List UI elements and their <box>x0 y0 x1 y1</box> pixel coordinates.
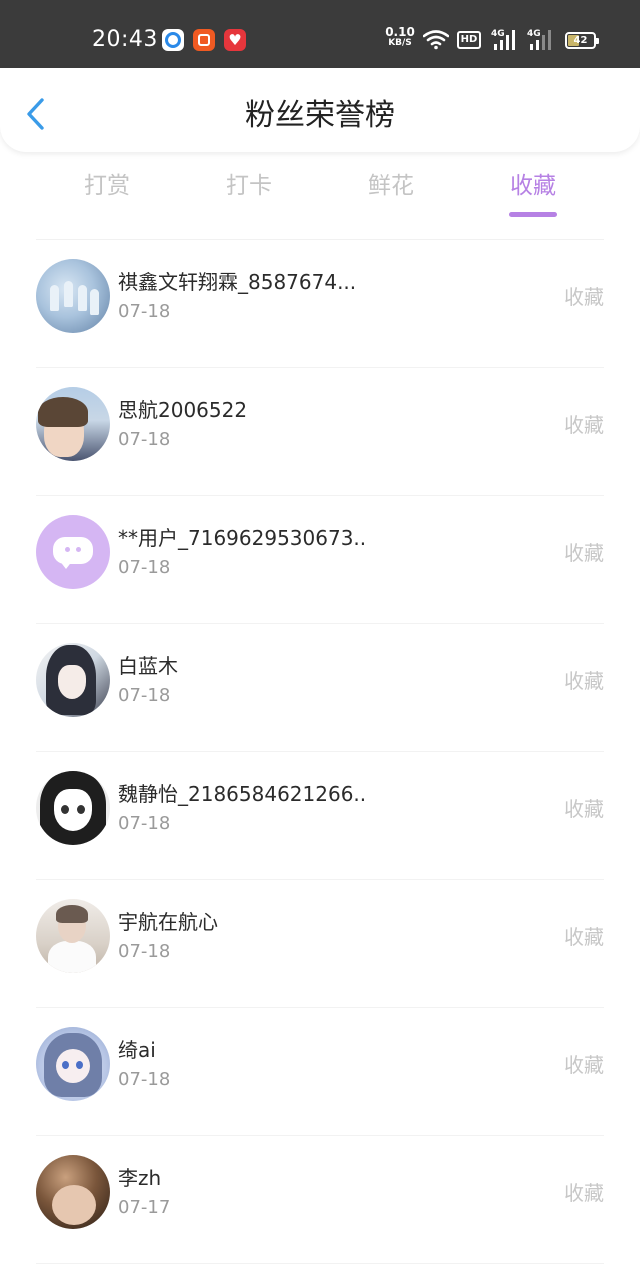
fan-name: 思航2006522 <box>118 398 248 422</box>
fan-action-label: 收藏 <box>564 413 604 437</box>
signal-network-type: 4G <box>527 29 541 39</box>
hd-voice-badge: HD <box>457 31 481 49</box>
fan-name: 祺鑫文轩翔霖_8587674... <box>118 270 357 294</box>
pinduoduo-app-icon: ♥ <box>224 29 246 51</box>
fan-list-item[interactable]: 宇航在航心 07-18 收藏 <box>0 880 640 1008</box>
network-speed: 0.10 KB/S <box>385 25 415 49</box>
fan-action-label: 收藏 <box>564 925 604 949</box>
avatar[interactable] <box>36 1155 110 1229</box>
fan-action-label: 收藏 <box>564 1053 604 1077</box>
fan-action-label: 收藏 <box>564 669 604 693</box>
avatar[interactable] <box>36 771 110 845</box>
avatar[interactable] <box>36 643 110 717</box>
fan-list-item[interactable]: 魏静怡_2186584621266... 07-18 收藏 <box>0 752 640 880</box>
network-speed-unit: KB/S <box>388 38 412 48</box>
tab-bar: 打赏 打卡 鲜花 收藏 <box>0 162 640 222</box>
default-avatar-chat-icon[interactable] <box>36 515 110 589</box>
fan-list: 祺鑫文轩翔霖_8587674... 07-18 收藏 思航2006522 07-… <box>0 240 640 1264</box>
fan-date: 07-18 <box>118 301 171 322</box>
tab-flowers[interactable]: 鲜花 <box>331 166 451 206</box>
kuaishou-app-icon <box>193 29 215 51</box>
fan-date: 07-18 <box>118 1069 171 1090</box>
fan-list-item[interactable]: 绮ai 07-18 收藏 <box>0 1008 640 1136</box>
fan-action-label: 收藏 <box>564 541 604 565</box>
fan-name: 宇航在航心 <box>118 910 218 934</box>
fan-date: 07-18 <box>118 813 171 834</box>
fan-name: 绮ai <box>118 1038 156 1062</box>
fan-list-item[interactable]: **用户_7169629530673... 07-18 收藏 <box>0 496 640 624</box>
fan-action-label: 收藏 <box>564 1181 604 1205</box>
avatar[interactable] <box>36 259 110 333</box>
battery-level: 42 <box>573 35 588 46</box>
tab-favorites[interactable]: 收藏 <box>473 166 593 206</box>
header-bar: 粉丝荣誉榜 <box>0 68 640 152</box>
active-tab-indicator <box>509 212 557 217</box>
status-bar: 20:43 ♥ 0.10 KB/S HD 4G 4G 42 <box>0 0 640 68</box>
fan-list-item[interactable]: 李zh 07-17 收藏 <box>0 1136 640 1264</box>
browser-app-icon <box>162 29 184 51</box>
page-title: 粉丝荣誉榜 <box>245 98 395 133</box>
fan-name: 白蓝木 <box>118 654 178 678</box>
tab-checkin[interactable]: 打卡 <box>189 166 309 206</box>
fan-name: 李zh <box>118 1166 162 1190</box>
fan-action-label: 收藏 <box>564 797 604 821</box>
fan-date: 07-18 <box>118 685 171 706</box>
fan-name: **用户_7169629530673... <box>118 526 368 550</box>
fan-date: 07-18 <box>118 557 171 578</box>
avatar[interactable] <box>36 1027 110 1101</box>
fan-list-item[interactable]: 思航2006522 07-18 收藏 <box>0 368 640 496</box>
status-time: 20:43 <box>92 27 158 52</box>
avatar[interactable] <box>36 899 110 973</box>
avatar[interactable] <box>36 387 110 461</box>
fan-action-label: 收藏 <box>564 285 604 309</box>
network-speed-value: 0.10 <box>385 25 415 39</box>
wifi-icon <box>423 30 449 50</box>
fan-list-item[interactable]: 祺鑫文轩翔霖_8587674... 07-18 收藏 <box>0 240 640 368</box>
fan-date: 07-18 <box>118 429 171 450</box>
battery-icon: 42 <box>565 32 599 49</box>
tab-tip[interactable]: 打赏 <box>47 166 167 206</box>
row-divider <box>36 1263 604 1264</box>
fan-name: 魏静怡_2186584621266... <box>118 782 368 806</box>
signal-network-type: 4G <box>491 29 505 39</box>
fan-date: 07-17 <box>118 1197 171 1218</box>
fan-date: 07-18 <box>118 941 171 962</box>
fan-list-item[interactable]: 白蓝木 07-18 收藏 <box>0 624 640 752</box>
